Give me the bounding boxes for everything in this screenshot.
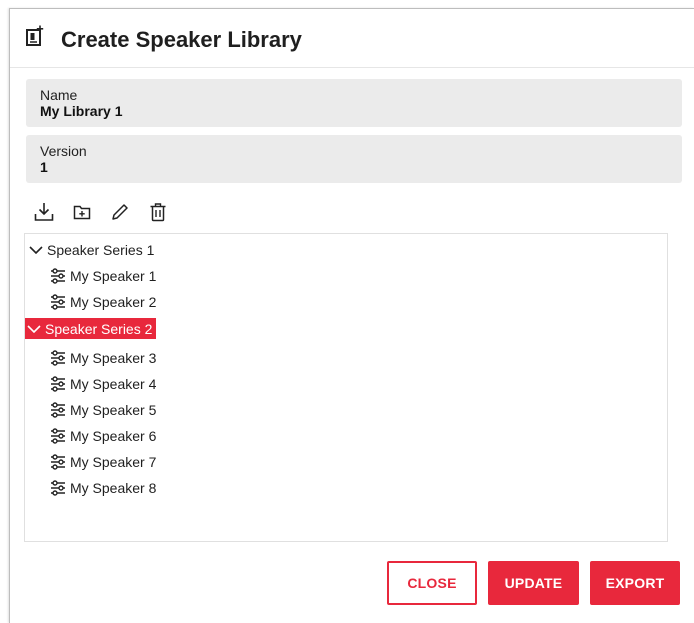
version-field[interactable]: Version 1	[26, 135, 682, 183]
sliders-icon	[49, 375, 67, 393]
chevron-down-icon[interactable]	[25, 318, 43, 339]
tree-speaker-label: My Speaker 2	[70, 293, 157, 310]
sliders-icon	[49, 267, 67, 285]
tree-speaker-label: My Speaker 3	[70, 349, 157, 366]
edit-pencil-icon[interactable]	[108, 200, 132, 224]
name-field-value[interactable]: My Library 1	[40, 103, 668, 120]
tree-speaker-node[interactable]: My Speaker 7	[49, 451, 156, 472]
tree-speaker-label: My Speaker 7	[70, 453, 157, 470]
new-folder-icon[interactable]	[70, 200, 94, 224]
tree-series-node-selected[interactable]: Speaker Series 2	[25, 318, 157, 339]
name-field[interactable]: Name My Library 1	[26, 79, 682, 127]
tree-speaker-label: My Speaker 4	[70, 375, 157, 392]
sliders-icon	[49, 401, 67, 419]
tree-speaker-node[interactable]: My Speaker 5	[49, 399, 156, 420]
sliders-icon	[49, 293, 67, 311]
version-field-label: Version	[40, 143, 87, 159]
tree-speaker-node[interactable]: My Speaker 3	[49, 347, 156, 368]
tree-series-node[interactable]: Speaker Series 1	[27, 239, 154, 260]
tree-toolbar	[32, 199, 184, 225]
close-button[interactable]: CLOSE	[387, 561, 477, 605]
chevron-down-icon[interactable]	[27, 239, 45, 260]
dialog-header: Create Speaker Library	[10, 9, 694, 68]
tree-speaker-label: My Speaker 1	[70, 267, 157, 284]
create-speaker-library-dialog: Create Speaker Library Name My Library 1…	[9, 8, 694, 623]
delete-trash-icon[interactable]	[146, 200, 170, 224]
dialog-title: Create Speaker Library	[61, 27, 302, 52]
version-field-value[interactable]: 1	[40, 159, 668, 176]
sliders-icon	[49, 349, 67, 367]
sliders-icon	[49, 453, 67, 471]
update-button[interactable]: UPDATE	[488, 561, 579, 605]
tree-speaker-node[interactable]: My Speaker 2	[49, 291, 156, 312]
tree-speaker-node[interactable]: My Speaker 6	[49, 425, 156, 446]
export-button[interactable]: EXPORT	[590, 561, 680, 605]
tree-series-label: Speaker Series 1	[47, 241, 155, 258]
download-icon[interactable]	[32, 200, 56, 224]
speaker-tree: Speaker Series 1 My Speaker 1 My Speaker…	[24, 233, 668, 542]
library-add-icon	[25, 25, 45, 47]
tree-speaker-label: My Speaker 5	[70, 401, 157, 418]
sliders-icon	[49, 479, 67, 497]
tree-speaker-node[interactable]: My Speaker 4	[49, 373, 156, 394]
tree-speaker-label: My Speaker 8	[70, 479, 157, 496]
tree-speaker-node[interactable]: My Speaker 8	[49, 477, 156, 498]
tree-series-label: Speaker Series 2	[45, 320, 153, 337]
name-field-label: Name	[40, 87, 78, 103]
sliders-icon	[49, 427, 67, 445]
tree-speaker-label: My Speaker 6	[70, 427, 157, 444]
tree-speaker-node[interactable]: My Speaker 1	[49, 265, 156, 286]
